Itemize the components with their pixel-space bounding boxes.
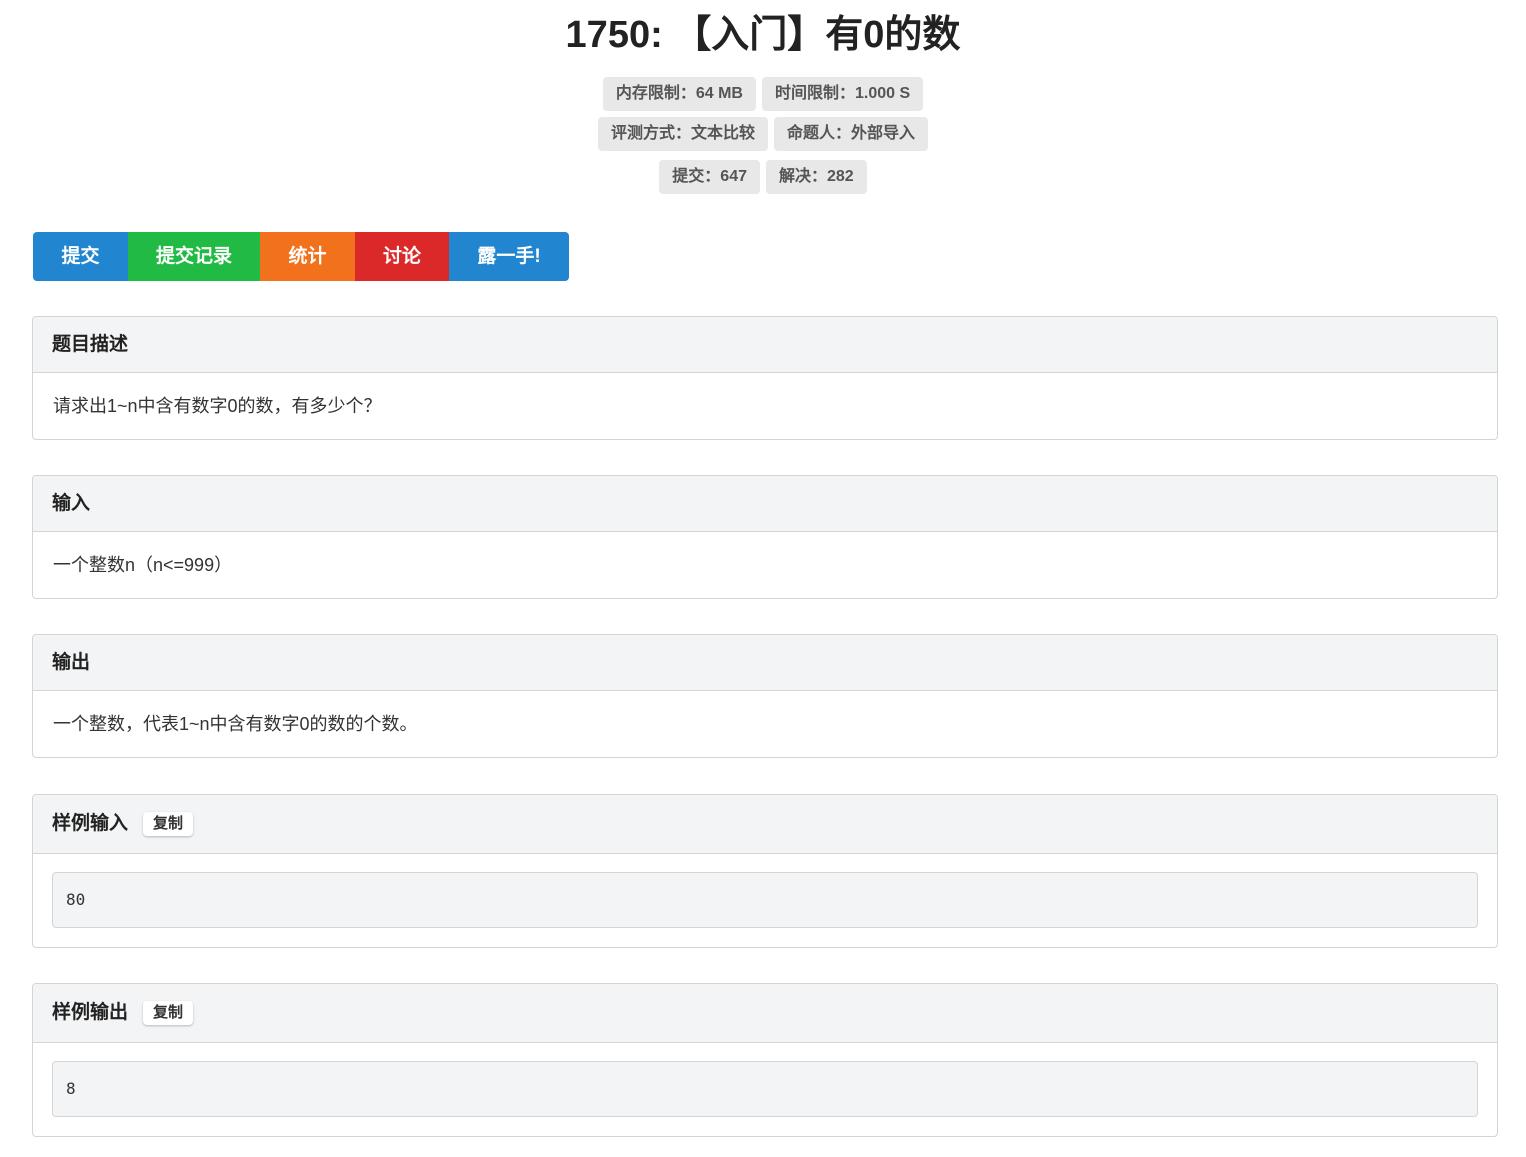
solved-badge: 解决：282 xyxy=(766,160,867,194)
copy-sample-input-button[interactable]: 复制 xyxy=(143,812,194,836)
limits-row: 内存限制：64 MB 时间限制：1.000 S xyxy=(0,77,1526,111)
sample-input-body: 80 xyxy=(33,854,1497,947)
show-off-button[interactable]: 露一手! xyxy=(449,232,569,281)
sample-output-body: 8 xyxy=(33,1043,1497,1136)
sample-output-heading: 样例输出 xyxy=(52,1002,129,1023)
sample-input-header: 样例输入 复制 xyxy=(33,795,1497,854)
input-panel: 输入 一个整数n（n<=999） xyxy=(32,475,1498,599)
problem-page: 1750: 【入门】有0的数 内存限制：64 MB 时间限制：1.000 S 评… xyxy=(0,0,1526,1157)
input-heading: 输入 xyxy=(33,476,1497,532)
submission-records-button[interactable]: 提交记录 xyxy=(128,232,260,281)
stats-row: 提交：647 解决：282 xyxy=(0,160,1526,194)
input-content: 一个整数n（n<=999） xyxy=(53,555,233,575)
author-badge: 命题人：外部导入 xyxy=(774,117,929,151)
copy-sample-output-button[interactable]: 复制 xyxy=(143,1001,194,1025)
sample-input-code: 80 xyxy=(52,872,1478,928)
sample-output-code: 8 xyxy=(52,1061,1478,1117)
time-limit-badge: 时间限制：1.000 S xyxy=(761,77,924,111)
judge-method-badge: 评测方式：文本比较 xyxy=(597,117,768,151)
sample-output-panel: 样例输出 复制 8 xyxy=(32,983,1498,1137)
description-heading: 题目描述 xyxy=(33,317,1497,373)
sample-output-header: 样例输出 复制 xyxy=(33,984,1497,1043)
discussion-button[interactable]: 讨论 xyxy=(355,232,449,281)
judge-info-row: 评测方式：文本比较 命题人：外部导入 xyxy=(0,117,1526,151)
output-content: 一个整数，代表1~n中含有数字0的数的个数。 xyxy=(53,714,418,734)
sample-input-heading: 样例输入 xyxy=(52,813,129,834)
submit-button[interactable]: 提交 xyxy=(33,232,128,281)
sample-input-panel: 样例输入 复制 80 xyxy=(32,794,1498,948)
description-panel: 题目描述 请求出1~n中含有数字0的数，有多少个？ xyxy=(32,316,1498,440)
statistics-button[interactable]: 统计 xyxy=(260,232,355,281)
page-title: 1750: 【入门】有0的数 xyxy=(565,14,961,56)
output-panel: 输出 一个整数，代表1~n中含有数字0的数的个数。 xyxy=(32,634,1498,758)
output-heading: 输出 xyxy=(33,635,1497,691)
memory-limit-badge: 内存限制：64 MB xyxy=(602,77,756,111)
submissions-badge: 提交：647 xyxy=(659,160,760,194)
action-toolbar: 提交 提交记录 统计 讨论 露一手! xyxy=(33,232,569,281)
description-content: 请求出1~n中含有数字0的数，有多少个？ xyxy=(53,396,382,416)
